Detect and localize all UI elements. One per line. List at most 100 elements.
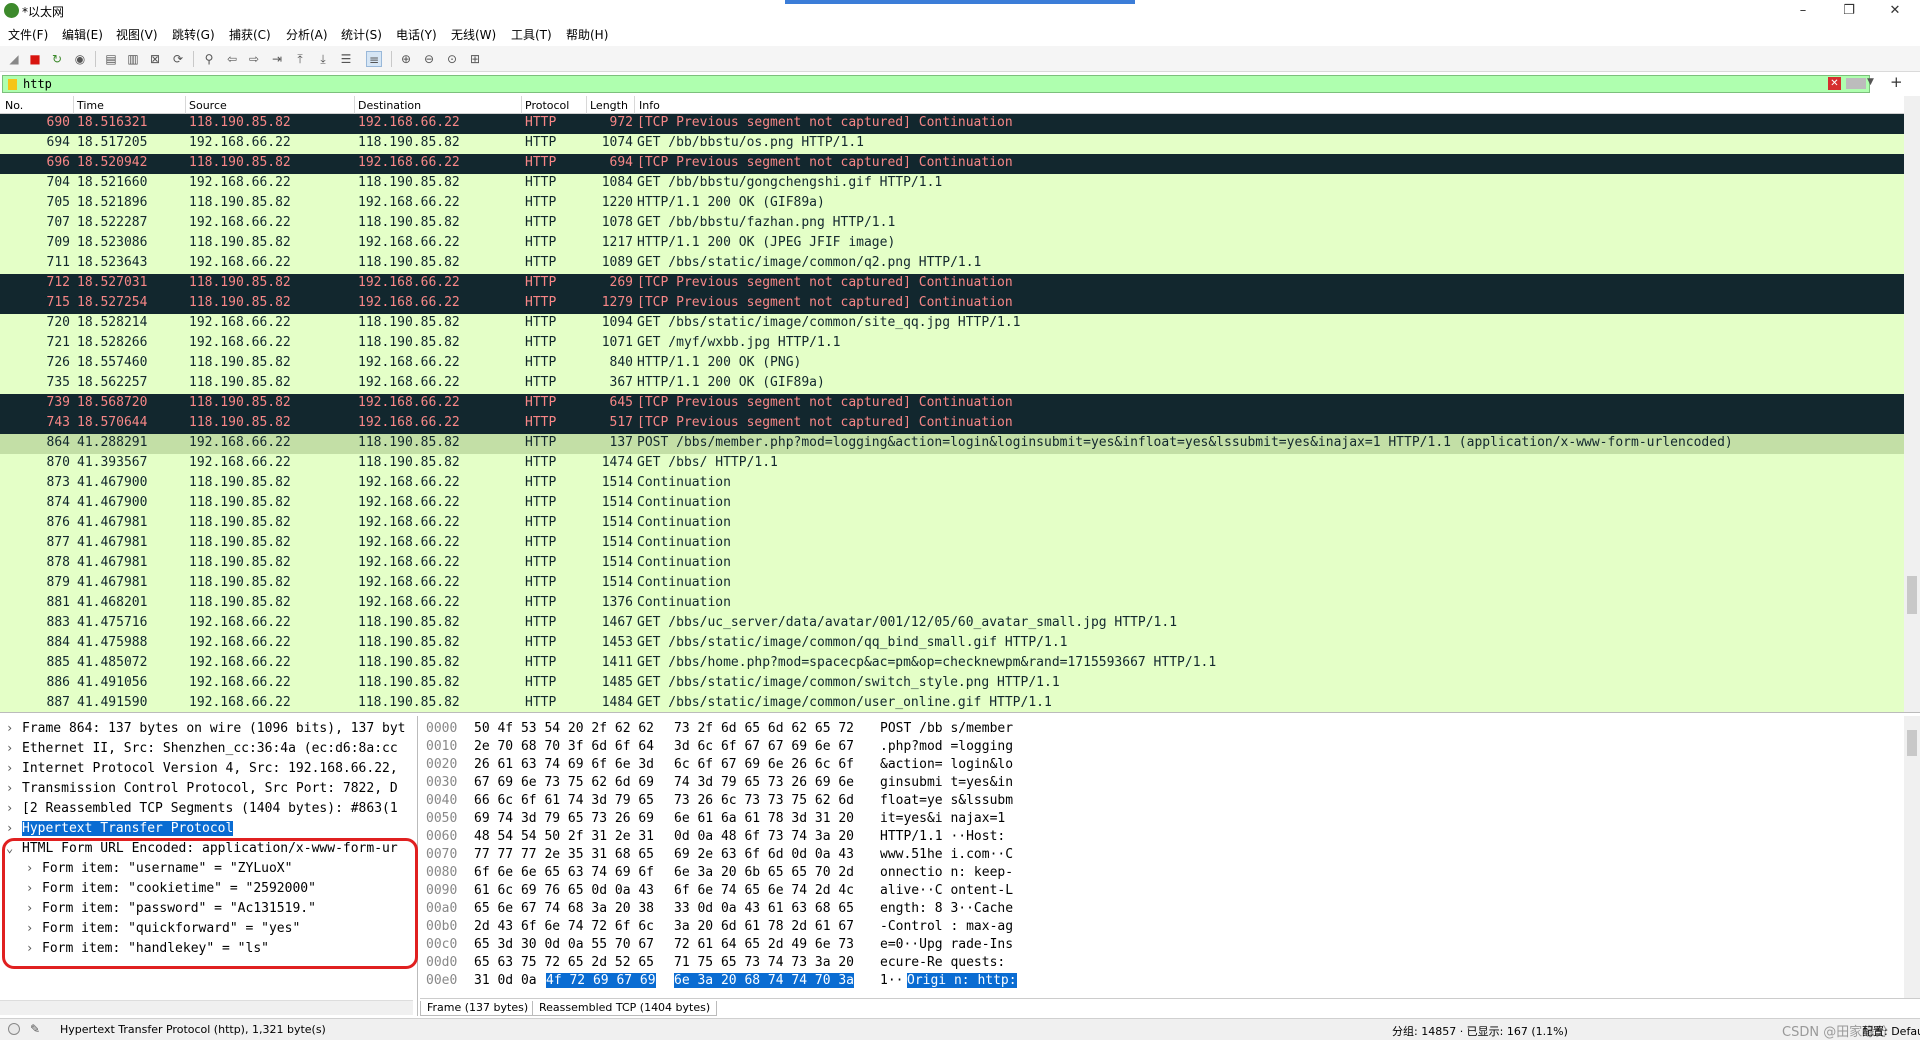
expert-info-icon[interactable]	[8, 1023, 20, 1035]
auto-scroll-icon[interactable]: ☰	[338, 51, 354, 67]
hex-ascii[interactable]: 1··	[880, 973, 903, 988]
save-file-icon[interactable]: ▥	[125, 51, 141, 67]
packet-row[interactable]: 743 18.570644 118.190.85.82 192.168.66.22 HT…	[0, 414, 1920, 434]
menu-capture[interactable]: 捕获(C)	[229, 26, 271, 43]
packet-row[interactable]: 877 41.467981 118.190.85.82 192.168.66.22 HT…	[0, 534, 1920, 554]
chevron-right-icon[interactable]: ›	[6, 741, 13, 755]
packet-row[interactable]: 885 41.485072 192.168.66.22 118.190.85.82 HT…	[0, 654, 1920, 674]
hex-bytes-selected[interactable]: 4f 72 69 67 69	[546, 973, 656, 988]
clear-filter-icon[interactable]: ✕	[1828, 77, 1841, 90]
menu-statistics[interactable]: 统计(S)	[341, 26, 382, 43]
packet-row[interactable]: 694 18.517205 192.168.66.22 118.190.85.82 HT…	[0, 134, 1920, 154]
hex-ascii[interactable]: .php?mod =logging	[880, 739, 1013, 754]
menu-wireless[interactable]: 无线(W)	[451, 26, 496, 43]
column-header-info[interactable]: Info	[639, 99, 660, 112]
go-first-icon[interactable]: ⤒	[292, 51, 308, 67]
packet-row[interactable]: 887 41.491590 192.168.66.22 118.190.85.82 HT…	[0, 694, 1920, 712]
hex-offset[interactable]: 00c0	[426, 937, 457, 952]
packet-row[interactable]: 712 18.527031 118.190.85.82 192.168.66.22 HT…	[0, 274, 1920, 294]
hex-ascii[interactable]: e=0··Upg rade-Ins	[880, 937, 1013, 952]
hex-ascii[interactable]: &action= login&lo	[880, 757, 1013, 772]
packet-row[interactable]: 726 18.557460 118.190.85.82 192.168.66.22 HT…	[0, 354, 1920, 374]
scrollbar-thumb[interactable]	[1907, 576, 1917, 614]
column-divider[interactable]	[354, 96, 355, 114]
hex-ascii[interactable]: float=ye s&lssubm	[880, 793, 1013, 808]
hex-bytes[interactable]: 71 75 65 73 74 73 3a 20	[674, 955, 854, 970]
packet-row[interactable]: 739 18.568720 118.190.85.82 192.168.66.22 HT…	[0, 394, 1920, 414]
menu-analyze[interactable]: 分析(A)	[286, 26, 328, 43]
chevron-right-icon[interactable]: ›	[6, 821, 13, 835]
hex-ascii[interactable]: onnectio n: keep-	[880, 865, 1013, 880]
hex-bytes[interactable]: 67 69 6e 73 75 62 6d 69	[474, 775, 654, 790]
menu-view[interactable]: 视图(V)	[116, 26, 158, 43]
packet-row[interactable]: 881 41.468201 118.190.85.82 192.168.66.22 HT…	[0, 594, 1920, 614]
hex-bytes[interactable]: 26 61 63 74 69 6f 6e 3d	[474, 757, 654, 772]
hex-bytes[interactable]: 48 54 54 50 2f 31 2e 31	[474, 829, 654, 844]
display-filter-field[interactable]: ✕ ▼	[2, 75, 1874, 93]
packet-row[interactable]: 720 18.528214 192.168.66.22 118.190.85.82 HT…	[0, 314, 1920, 334]
packet-row[interactable]: 705 18.521896 118.190.85.82 192.168.66.22 HT…	[0, 194, 1920, 214]
hex-bytes-selected[interactable]: 6e 3a 20 68 74 74 70 3a	[674, 973, 855, 988]
apply-filter-icon[interactable]	[1846, 78, 1866, 89]
capture-options-icon[interactable]: ◉	[72, 51, 88, 67]
bytes-scrollbar[interactable]	[1904, 716, 1920, 998]
packet-row[interactable]: 707 18.522287 192.168.66.22 118.190.85.82 HT…	[0, 214, 1920, 234]
hex-bytes[interactable]: 33 0d 0a 43 61 63 68 65	[674, 901, 854, 916]
hex-offset[interactable]: 00a0	[426, 901, 457, 916]
packet-list-scrollbar[interactable]	[1904, 96, 1920, 712]
packet-row[interactable]: 873 41.467900 118.190.85.82 192.168.66.22 HT…	[0, 474, 1920, 494]
packet-row[interactable]: 884 41.475988 192.168.66.22 118.190.85.82 HT…	[0, 634, 1920, 654]
go-to-packet-icon[interactable]: ⇥	[269, 51, 285, 67]
hex-bytes[interactable]: 65 6e 67 74 68 3a 20 38	[474, 901, 654, 916]
hex-bytes[interactable]: 6e 61 6a 61 78 3d 31 20	[674, 811, 854, 826]
open-file-icon[interactable]: ▤	[103, 51, 119, 67]
hex-bytes[interactable]: 2d 43 6f 6e 74 72 6f 6c	[474, 919, 654, 934]
zoom-in-icon[interactable]: ⊕	[398, 51, 414, 67]
scrollbar-thumb[interactable]	[1907, 730, 1917, 756]
hex-bytes[interactable]: 73 2f 6d 65 6d 62 65 72	[674, 721, 854, 736]
hex-ascii[interactable]: POST /bb s/member	[880, 721, 1013, 736]
hex-offset[interactable]: 0080	[426, 865, 457, 880]
column-header-time[interactable]: Time	[77, 99, 104, 112]
minimize-button[interactable]: –	[1780, 0, 1826, 22]
packet-row[interactable]: 690 18.516321 118.190.85.82 192.168.66.22 HT…	[0, 114, 1920, 134]
hex-bytes[interactable]: 6e 3a 20 6b 65 65 70 2d	[674, 865, 854, 880]
close-file-icon[interactable]: ⊠	[147, 51, 163, 67]
hex-ascii[interactable]: ginsubmi t=yes&in	[880, 775, 1013, 790]
hex-bytes[interactable]: 65 3d 30 0d 0a 55 70 67	[474, 937, 654, 952]
column-header-protocol[interactable]: Protocol	[525, 99, 569, 112]
packet-row[interactable]: 709 18.523086 118.190.85.82 192.168.66.22 HT…	[0, 234, 1920, 254]
hex-ascii-selected[interactable]: Origi n: http:	[907, 973, 1017, 988]
hex-bytes[interactable]: 65 63 75 72 65 2d 52 65	[474, 955, 654, 970]
normal-size-icon[interactable]: ⊙	[444, 51, 460, 67]
column-header-no[interactable]: No.	[5, 99, 23, 112]
tab-reassembled-tcp[interactable]: Reassembled TCP (1404 bytes)	[532, 1001, 718, 1016]
packet-row[interactable]: 879 41.467981 118.190.85.82 192.168.66.22 HT…	[0, 574, 1920, 594]
chevron-right-icon[interactable]: ›	[6, 761, 13, 775]
column-header-destination[interactable]: Destination	[358, 99, 421, 112]
hex-offset[interactable]: 0000	[426, 721, 457, 736]
go-forward-icon[interactable]: ⇨	[246, 51, 262, 67]
maximize-button[interactable]: ❐	[1826, 0, 1872, 22]
hex-ascii[interactable]: alive··C ontent-L	[880, 883, 1013, 898]
hex-offset[interactable]: 0090	[426, 883, 457, 898]
hex-bytes[interactable]: 73 26 6c 73 73 75 62 6d	[674, 793, 854, 808]
hex-bytes[interactable]: 72 61 64 65 2d 49 6e 73	[674, 937, 854, 952]
hex-bytes[interactable]: 66 6c 6f 61 74 3d 79 65	[474, 793, 654, 808]
packet-row[interactable]: 878 41.467981 118.190.85.82 192.168.66.22 HT…	[0, 554, 1920, 574]
tree-item[interactable]: › Frame 864: 137 bytes on wire (1096 bits…	[0, 720, 412, 740]
zoom-out-icon[interactable]: ⊖	[421, 51, 437, 67]
packet-row[interactable]: 864 41.288291 192.168.66.22 118.190.85.82 HT…	[0, 434, 1920, 454]
hex-bytes[interactable]: 74 3d 79 65 73 26 69 6e	[674, 775, 854, 790]
packet-row[interactable]: 715 18.527254 118.190.85.82 192.168.66.22 HT…	[0, 294, 1920, 314]
hex-offset[interactable]: 0070	[426, 847, 457, 862]
column-divider[interactable]	[185, 96, 186, 114]
hex-bytes[interactable]: 6f 6e 6e 65 63 74 69 6f	[474, 865, 654, 880]
chevron-right-icon[interactable]: ›	[6, 781, 13, 795]
shark-fin-start-icon[interactable]: ◢	[6, 51, 22, 67]
tree-item[interactable]: › [2 Reassembled TCP Segments (1404 bytes…	[0, 800, 412, 820]
chevron-down-icon[interactable]: ▼	[1867, 77, 1874, 87]
tree-item[interactable]: › Internet Protocol Version 4, Src: 192.1…	[0, 760, 412, 780]
column-divider[interactable]	[634, 96, 635, 114]
hex-bytes[interactable]: 50 4f 53 54 20 2f 62 62	[474, 721, 654, 736]
